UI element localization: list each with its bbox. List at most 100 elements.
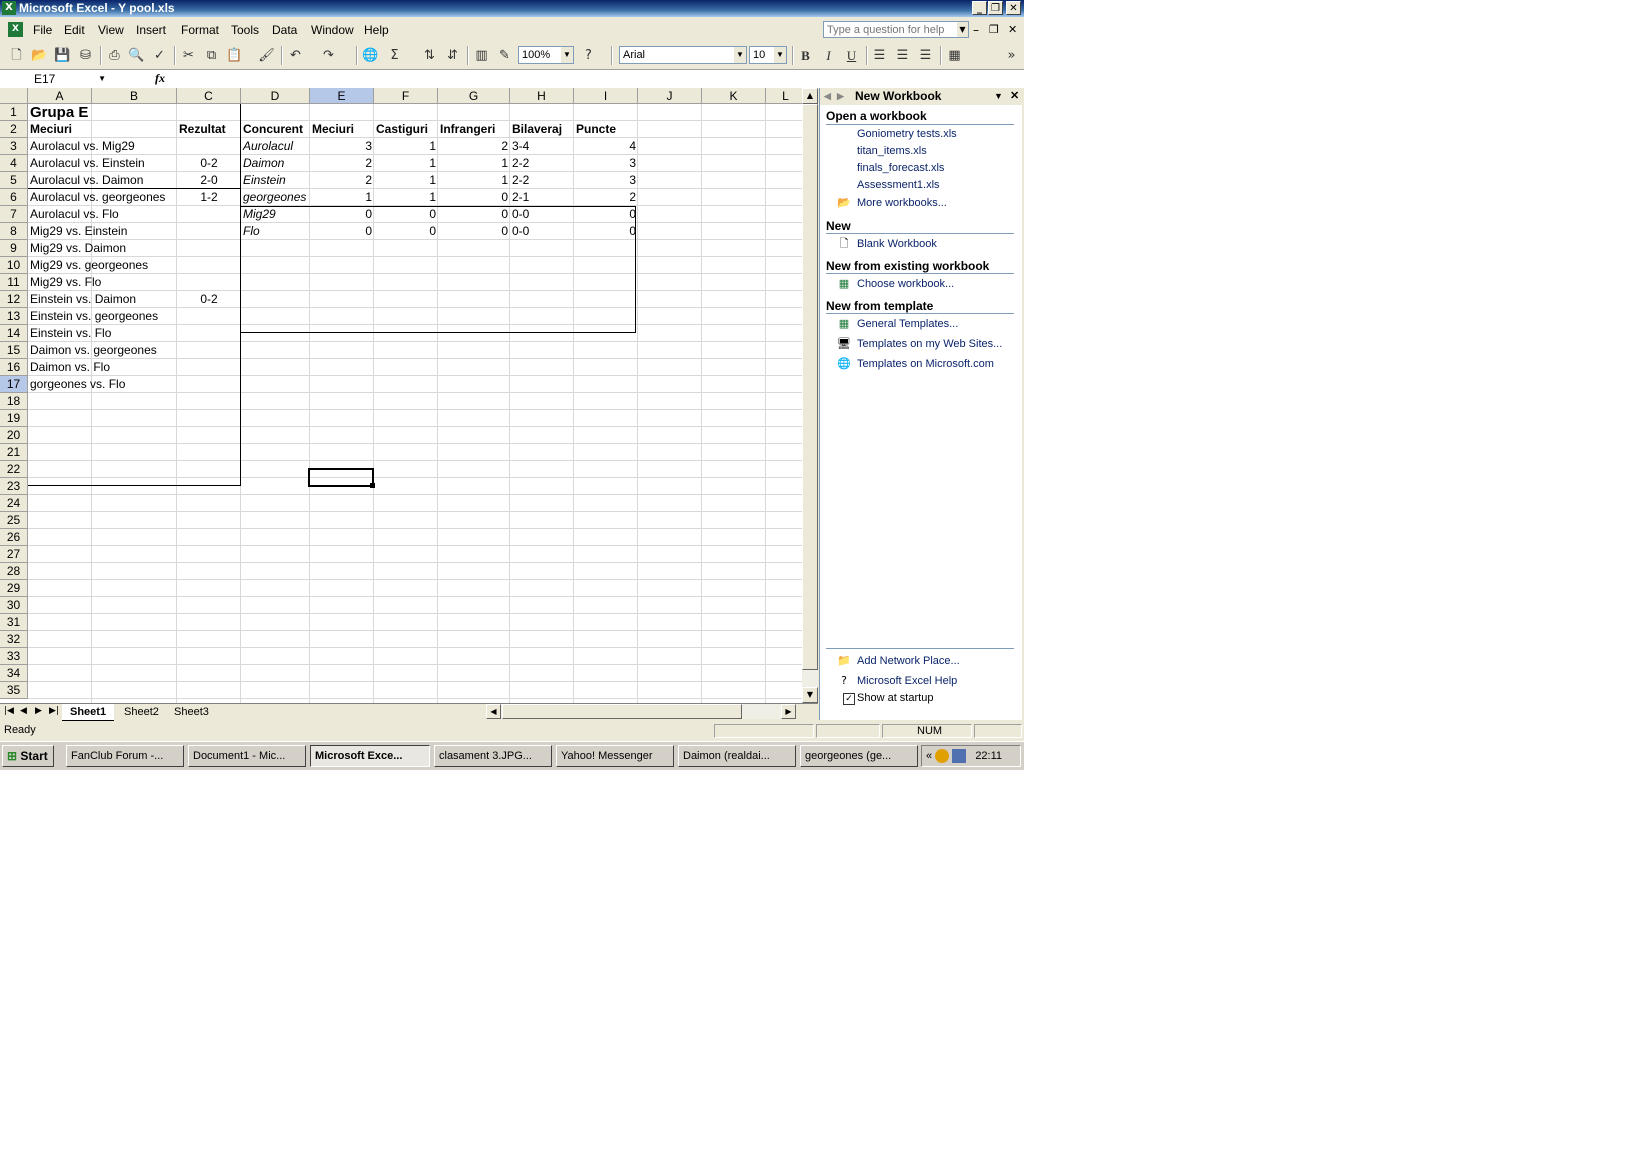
row-header-34[interactable]: 34	[0, 665, 28, 682]
column-header-j[interactable]: J	[638, 88, 702, 104]
standings-header-cell[interactable]: Bilaveraj	[510, 121, 574, 138]
standings-header-cell[interactable]: Concurent	[241, 121, 310, 138]
name-box[interactable]: E17 ▼	[2, 71, 106, 87]
won-cell[interactable]: 1	[374, 138, 438, 155]
horizontal-scroll-thumb[interactable]	[502, 704, 742, 719]
goal-diff-cell[interactable]: 0-0	[510, 223, 574, 240]
prev-sheet-icon[interactable]: ◀	[20, 706, 27, 716]
pane-menu-icon[interactable]: ▼	[994, 88, 1003, 105]
row-header-12[interactable]: 12	[0, 291, 28, 308]
row-header-27[interactable]: 27	[0, 546, 28, 563]
competitor-cell[interactable]: Aurolacul	[241, 138, 310, 155]
group-title-cell[interactable]: Grupa E	[28, 104, 177, 121]
match-cell[interactable]: Daimon vs. Flo	[28, 359, 177, 376]
permission-icon[interactable]: ⛁	[77, 47, 94, 64]
points-cell[interactable]: 4	[574, 138, 638, 155]
result-cell[interactable]: 1-2	[177, 189, 241, 206]
menu-file[interactable]: File	[33, 23, 52, 37]
column-header-d[interactable]: D	[241, 88, 310, 104]
sheet-tab-1[interactable]: Sheet1	[62, 704, 115, 721]
row-header-16[interactable]: 16	[0, 359, 28, 376]
font-select[interactable]: Arial ▼	[619, 46, 747, 64]
competitor-cell[interactable]: Mig29	[241, 206, 310, 223]
font-size-select[interactable]: 10 ▼	[749, 46, 787, 64]
help-search-input[interactable]	[823, 21, 969, 38]
scroll-right-icon[interactable]: ▶	[781, 704, 796, 719]
taskbar-item-image[interactable]: clasament 3.JPG...	[434, 745, 552, 767]
menu-tools[interactable]: Tools	[231, 23, 259, 37]
lost-cell[interactable]: 0	[438, 223, 510, 240]
menu-format[interactable]: Format	[181, 23, 219, 37]
match-cell[interactable]: Mig29 vs. georgeones	[28, 257, 177, 274]
recent-file-4[interactable]: Assessment1.xls	[857, 179, 940, 191]
row-header-11[interactable]: 11	[0, 274, 28, 291]
align-center-icon[interactable]: ☰	[894, 47, 911, 64]
row-header-10[interactable]: 10	[0, 257, 28, 274]
goal-diff-cell[interactable]: 3-4	[510, 138, 574, 155]
minimize-button[interactable]: _	[972, 1, 987, 15]
taskbar-item-word[interactable]: Document1 - Mic...	[188, 745, 306, 767]
close-button[interactable]: ✕	[1006, 1, 1021, 15]
menu-insert[interactable]: Insert	[136, 23, 166, 37]
played-cell[interactable]: 1	[310, 189, 374, 206]
row-header-1[interactable]: 1	[0, 104, 28, 121]
last-sheet-icon[interactable]: ▶|	[49, 706, 59, 716]
goal-diff-cell[interactable]: 2-1	[510, 189, 574, 206]
horizontal-scrollbar[interactable]: ◀ ▶	[486, 704, 796, 719]
active-cell-E17[interactable]	[308, 468, 375, 488]
lost-cell[interactable]: 1	[438, 172, 510, 189]
menu-data[interactable]: Data	[272, 23, 297, 37]
won-cell[interactable]: 0	[374, 223, 438, 240]
start-button[interactable]: ⊞ Start	[2, 745, 54, 767]
row-header-33[interactable]: 33	[0, 648, 28, 665]
vertical-scrollbar[interactable]: ▲ ▼	[802, 88, 818, 703]
competitor-cell[interactable]: georgeones	[241, 189, 310, 206]
won-cell[interactable]: 1	[374, 155, 438, 172]
menu-view[interactable]: View	[98, 23, 124, 37]
row-header-30[interactable]: 30	[0, 597, 28, 614]
copy-icon[interactable]: ⧉	[203, 47, 220, 64]
standings-header-cell[interactable]: Infrangeri	[438, 121, 510, 138]
result-cell[interactable]: 0-2	[177, 291, 241, 308]
column-header-c[interactable]: C	[177, 88, 241, 104]
row-header-28[interactable]: 28	[0, 563, 28, 580]
spelling-icon[interactable]: ✓	[151, 47, 168, 64]
open-icon[interactable]: 📂	[31, 47, 48, 64]
redo-icon[interactable]: ↷	[320, 47, 337, 64]
pane-close-icon[interactable]: ✕	[1010, 88, 1019, 105]
print-preview-icon[interactable]: 🔍	[128, 47, 145, 64]
points-cell[interactable]: 2	[574, 189, 638, 206]
column-header-g[interactable]: G	[438, 88, 510, 104]
goal-diff-cell[interactable]: 2-2	[510, 172, 574, 189]
row-header-20[interactable]: 20	[0, 427, 28, 444]
sort-ascending-icon[interactable]: ⇅	[421, 47, 438, 64]
points-cell[interactable]: 0	[574, 223, 638, 240]
column-header-e[interactable]: E	[310, 88, 374, 104]
hyperlink-icon[interactable]: 🌐	[362, 47, 379, 64]
paste-icon[interactable]: 📋	[226, 47, 243, 64]
column-header-h[interactable]: H	[510, 88, 574, 104]
web-sites-templates-link[interactable]: Templates on my Web Sites...	[857, 338, 1002, 350]
taskbar-item-georgeones[interactable]: georgeones (ge...	[800, 745, 918, 767]
show-startup-checkbox[interactable]: ✓	[843, 693, 855, 705]
forward-arrow-icon[interactable]: ▶	[837, 88, 844, 105]
vertical-scroll-thumb[interactable]	[802, 104, 818, 670]
add-network-place-link[interactable]: Add Network Place...	[857, 655, 960, 667]
row-header-24[interactable]: 24	[0, 495, 28, 512]
tray-expand-icon[interactable]: «	[926, 750, 932, 762]
row-header-9[interactable]: 9	[0, 240, 28, 257]
toolbar-options-icon[interactable]: »	[1003, 47, 1020, 64]
row-header-32[interactable]: 32	[0, 631, 28, 648]
played-cell[interactable]: 3	[310, 138, 374, 155]
network-tray-icon[interactable]	[952, 749, 967, 764]
match-cell[interactable]: Mig29 vs. Daimon	[28, 240, 177, 257]
taskbar-item-forum[interactable]: FanClub Forum -...	[66, 745, 184, 767]
excel-help-link[interactable]: Microsoft Excel Help	[857, 675, 957, 687]
format-painter-icon[interactable]: 🖌	[258, 47, 275, 64]
points-cell[interactable]: 3	[574, 172, 638, 189]
row-header-5[interactable]: 5	[0, 172, 28, 189]
row-header-18[interactable]: 18	[0, 393, 28, 410]
result-cell[interactable]: 2-0	[177, 172, 241, 189]
microsoft-templates-link[interactable]: Templates on Microsoft.com	[857, 358, 994, 370]
zoom-select[interactable]: 100% ▼	[518, 46, 574, 64]
